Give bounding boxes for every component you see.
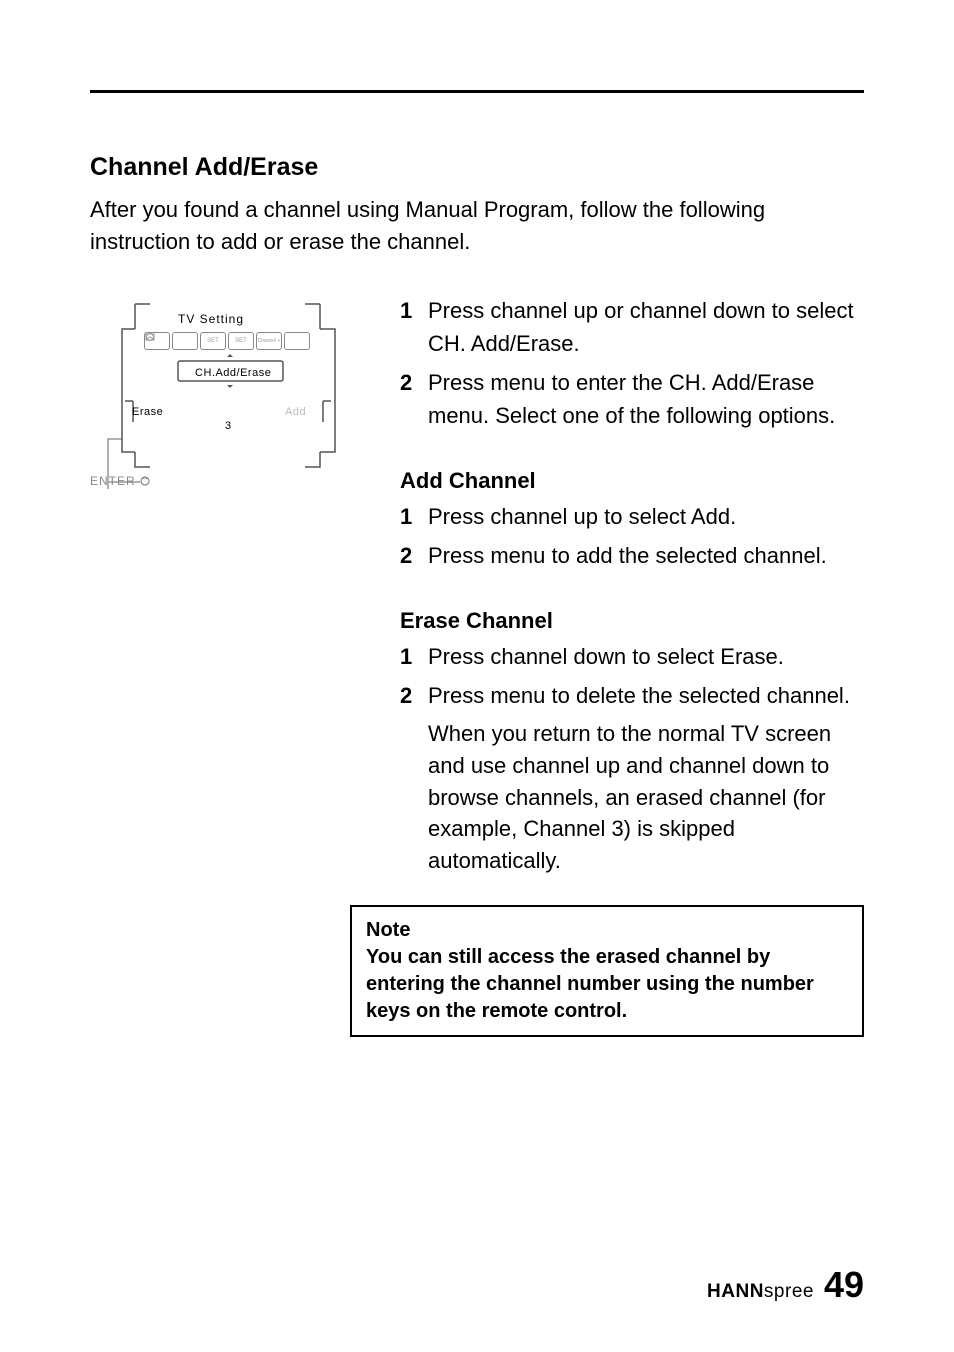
note-title: Note	[366, 917, 848, 944]
diagram-column: TV Setting SET SET Channel + CH.Add/Eras…	[90, 294, 350, 1037]
diagram-icon-row: SET SET Channel +	[144, 332, 312, 350]
instruction-column: 1 Press channel up or channel down to se…	[400, 294, 864, 1037]
horizontal-rule	[90, 90, 864, 93]
list-number: 2	[400, 539, 428, 572]
brand-bold: HANN	[707, 1281, 764, 1302]
diagram-enter-label: ENTER	[90, 474, 136, 488]
list-text: Press menu to enter the CH. Add/Erase me…	[428, 366, 864, 432]
list-text: Press channel up to select Add.	[428, 500, 864, 533]
diagram-icon: SET	[200, 332, 226, 350]
list-text: Press channel up or channel down to sele…	[428, 294, 864, 360]
add-channel-heading: Add Channel	[400, 468, 864, 494]
list-text: Press menu to add the selected channel.	[428, 539, 864, 572]
page-footer: HANNspree 49	[707, 1264, 864, 1306]
list-number: 2	[400, 679, 428, 712]
erase-continuation-text: When you return to the normal TV screen …	[428, 718, 864, 877]
list-item: 2 Press menu to enter the CH. Add/Erase …	[400, 366, 864, 432]
list-number: 1	[400, 294, 428, 360]
list-item: 2 Press menu to delete the selected chan…	[400, 679, 864, 712]
list-item: 1 Press channel up or channel down to se…	[400, 294, 864, 360]
diagram-icon	[172, 332, 198, 350]
tv-menu-diagram: TV Setting SET SET Channel + CH.Add/Eras…	[90, 294, 350, 494]
diagram-option-label: CH.Add/Erase	[195, 367, 271, 379]
list-item: 2 Press menu to add the selected channel…	[400, 539, 864, 572]
erase-channel-heading: Erase Channel	[400, 608, 864, 634]
note-body: You can still access the erased channel …	[366, 944, 848, 1025]
intro-text: After you found a channel using Manual P…	[90, 194, 864, 258]
diagram-add-label: Add	[285, 406, 306, 418]
list-text: Press channel down to select Erase.	[428, 640, 864, 673]
list-item: 1 Press channel down to select Erase.	[400, 640, 864, 673]
list-number: 1	[400, 500, 428, 533]
diagram-icon: SET	[228, 332, 254, 350]
list-number: 2	[400, 366, 428, 432]
diagram-icon: Channel +	[256, 332, 282, 350]
section-heading: Channel Add/Erase	[90, 153, 864, 182]
list-text: Press menu to delete the selected channe…	[428, 679, 864, 712]
page-number: 49	[824, 1264, 864, 1306]
brand-logo: HANNspree	[707, 1281, 814, 1303]
diagram-icon	[284, 332, 310, 350]
list-number: 1	[400, 640, 428, 673]
diagram-channel-number: 3	[225, 420, 231, 432]
content-row: TV Setting SET SET Channel + CH.Add/Eras…	[90, 294, 864, 1037]
diagram-title: TV Setting	[178, 312, 244, 326]
note-box: Note You can still access the erased cha…	[350, 905, 864, 1037]
diagram-erase-label: Erase	[132, 406, 163, 418]
brand-light: spree	[764, 1281, 814, 1302]
list-item: 1 Press channel up to select Add.	[400, 500, 864, 533]
